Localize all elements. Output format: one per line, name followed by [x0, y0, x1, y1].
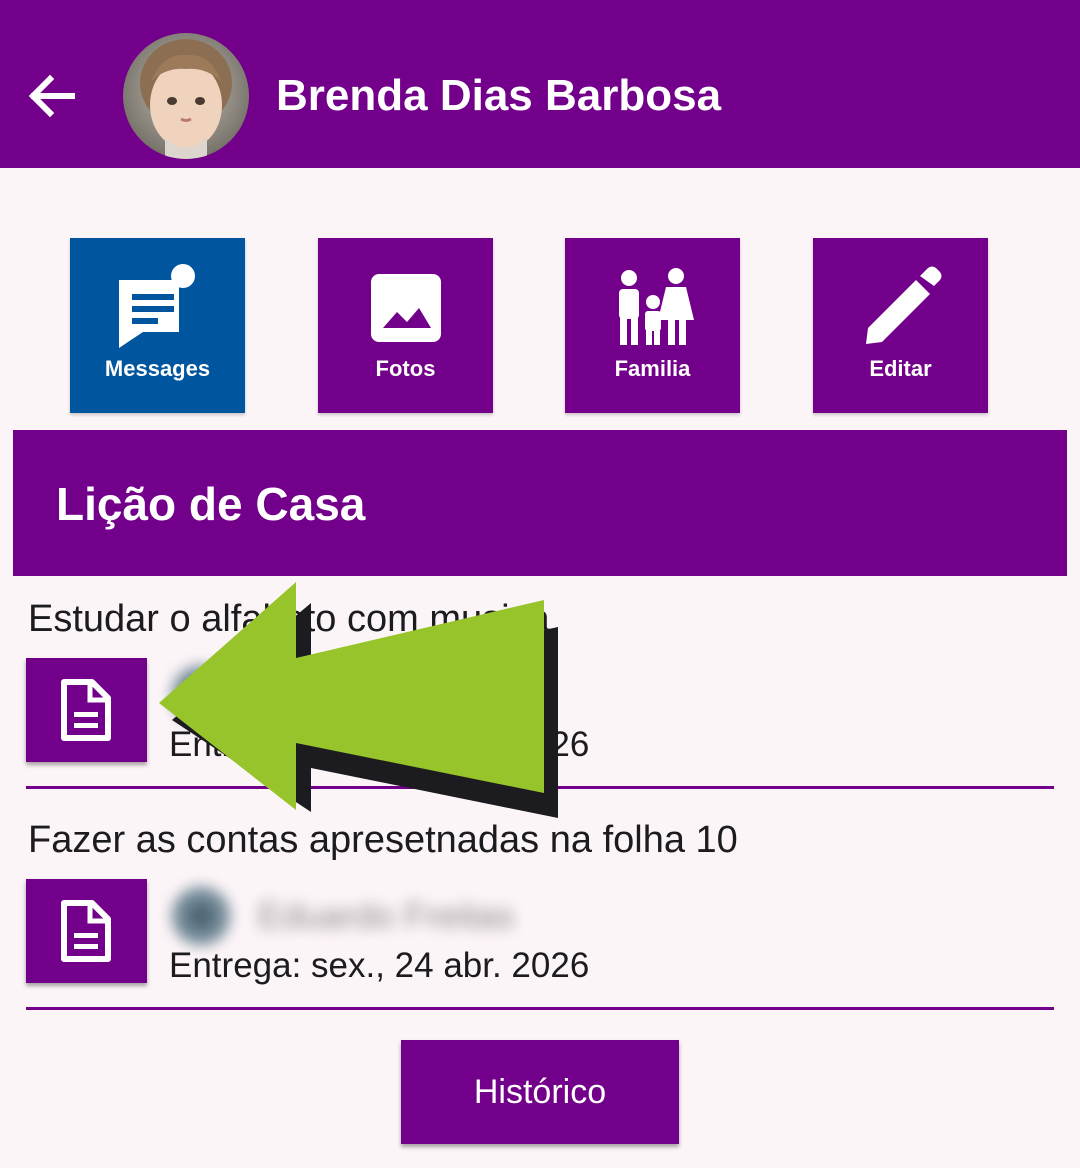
teacher-avatar [172, 666, 230, 724]
family-label: Familia [614, 356, 691, 381]
homework-title: Fazer as contas apresetnadas na folha 10 [28, 819, 738, 861]
pencil-icon [866, 266, 942, 344]
homework-section-header: Lição de Casa [13, 430, 1067, 576]
divider [26, 786, 1054, 789]
page-title: Brenda Dias Barbosa [276, 71, 722, 120]
messages-button[interactable]: Messages [70, 238, 245, 413]
teacher-name: Eduardo Freitas [258, 674, 515, 715]
teacher-info: Eduardo Freitas [170, 885, 580, 945]
photos-button[interactable]: Fotos [318, 238, 493, 413]
teacher-info: Eduardo Freitas [170, 664, 580, 724]
homework-item: Estudar o alfabeto com musica Eduardo Fr… [26, 594, 1054, 814]
history-button[interactable]: Histórico [401, 1040, 679, 1144]
family-icon [619, 268, 694, 345]
homework-document-button[interactable] [26, 879, 147, 983]
teacher-name: Eduardo Freitas [258, 895, 515, 936]
homework-document-button[interactable] [26, 658, 147, 762]
avatar [123, 33, 249, 159]
document-icon [61, 679, 111, 741]
divider [26, 1007, 1054, 1010]
due-date: Entrega: sex., 24 abr. 2026 [169, 946, 590, 985]
image-icon [371, 274, 441, 342]
messages-label: Messages [104, 356, 211, 381]
edit-label: Editar [869, 356, 932, 381]
teacher-avatar [172, 887, 230, 945]
edit-button[interactable]: Editar [813, 238, 988, 413]
section-title: Lição de Casa [56, 478, 366, 530]
app-bar: Brenda Dias Barbosa [0, 0, 1080, 168]
photos-label: Fotos [375, 356, 436, 381]
back-button[interactable] [24, 64, 80, 128]
message-icon [119, 264, 195, 348]
due-date: Entrega: sex., 24 abr. 2026 [169, 725, 590, 764]
homework-title: Estudar o alfabeto com musica [28, 598, 550, 640]
family-button[interactable]: Familia [565, 238, 740, 413]
arrow-left-icon [28, 74, 75, 118]
document-icon [61, 900, 111, 962]
homework-item: Fazer as contas apresetnadas na folha 10… [26, 815, 1054, 1035]
